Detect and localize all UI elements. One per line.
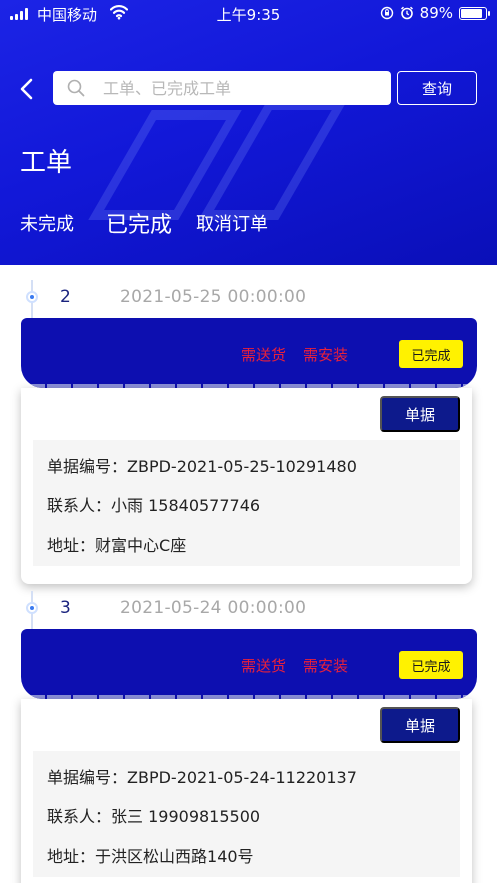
install-tag: 需安装 (303, 346, 349, 364)
orientation-lock-icon (380, 6, 393, 20)
back-arrow-icon[interactable] (16, 76, 38, 102)
contact-row: 联系人：小雨 15840577746 (47, 492, 260, 516)
order-detail: 单据编号：ZBPD-2021-05-25-10291480 联系人：小雨 158… (33, 440, 460, 566)
header: 中国移动 上午9:35 89% 工单、已完成工单 查询 工单 未完成 已完成 取… (0, 0, 497, 265)
battery-fill (461, 8, 483, 18)
order-date: 2021-05-25 00:00:00 (120, 287, 307, 307)
address-value: 财富中心C座 (95, 536, 187, 555)
battery-icon (459, 6, 490, 20)
tab-cancelled[interactable]: 取消订单 (196, 210, 268, 236)
contact-row: 联系人：张三 19909815500 (47, 803, 260, 827)
contact-value: 张三 19909815500 (111, 807, 261, 826)
status-badge: 已完成 (399, 651, 463, 679)
status-tabs: 未完成 已完成 取消订单 (20, 207, 268, 239)
order-date: 2021-05-24 00:00:00 (120, 598, 307, 618)
address-row: 地址：于洪区松山西路140号 (47, 843, 254, 867)
order-header-bar[interactable]: 需送货 需安装 已完成 (21, 629, 477, 699)
status-bar: 中国移动 上午9:35 89% (0, 0, 497, 30)
app-screen: 中国移动 上午9:35 89% 工单、已完成工单 查询 工单 未完成 已完成 取… (0, 0, 497, 883)
timeline-dot (26, 602, 38, 614)
query-button[interactable]: 查询 (397, 71, 477, 105)
order-card: 单据 单据编号：ZBPD-2021-05-25-10291480 联系人：小雨 … (21, 388, 472, 584)
contact-value: 小雨 15840577746 (111, 496, 261, 515)
delivery-tag: 需送货 (241, 346, 287, 364)
timeline-dot (26, 291, 38, 303)
receipt-number-row: 单据编号：ZBPD-2021-05-24-11220137 (47, 764, 357, 788)
contact-label: 联系人： (47, 496, 112, 515)
address-label: 地址： (47, 847, 96, 866)
tab-completed[interactable]: 已完成 (106, 207, 172, 239)
order-header-bar[interactable]: 需送货 需安装 已完成 (21, 318, 477, 388)
tab-incomplete[interactable]: 未完成 (20, 210, 74, 236)
status-badge: 已完成 (399, 340, 463, 368)
receipt-button[interactable]: 单据 (380, 396, 460, 432)
receipt-number-label: 单据编号： (47, 457, 128, 476)
page-title: 工单 (20, 148, 73, 178)
receipt-number-row: 单据编号：ZBPD-2021-05-25-10291480 (47, 453, 357, 477)
address-label: 地址： (47, 536, 96, 555)
address-row: 地址：财富中心C座 (47, 532, 186, 556)
receipt-number-label: 单据编号： (47, 768, 128, 787)
search-input[interactable] (103, 71, 383, 105)
search-box[interactable] (53, 71, 391, 105)
order-item: 2 2021-05-25 00:00:00 需送货 需安装 已完成 单据 单据编… (0, 280, 497, 590)
alarm-icon (400, 6, 413, 20)
address-value: 于洪区松山西路140号 (95, 847, 254, 866)
order-card: 单据 单据编号：ZBPD-2021-05-24-11220137 联系人：张三 … (21, 699, 472, 883)
delivery-tag: 需送货 (241, 657, 287, 675)
order-detail: 单据编号：ZBPD-2021-05-24-11220137 联系人：张三 199… (33, 751, 460, 877)
contact-label: 联系人： (47, 807, 112, 826)
receipt-button[interactable]: 单据 (380, 707, 460, 743)
battery-percent: 89% (419, 4, 453, 22)
order-item: 3 2021-05-24 00:00:00 需送货 需安装 已完成 单据 单据编… (0, 591, 497, 883)
search-icon (67, 79, 85, 97)
order-index: 3 (60, 598, 71, 618)
order-index: 2 (60, 287, 71, 307)
install-tag: 需安装 (303, 657, 349, 675)
receipt-number: ZBPD-2021-05-25-10291480 (127, 457, 357, 476)
receipt-number: ZBPD-2021-05-24-11220137 (127, 768, 357, 787)
